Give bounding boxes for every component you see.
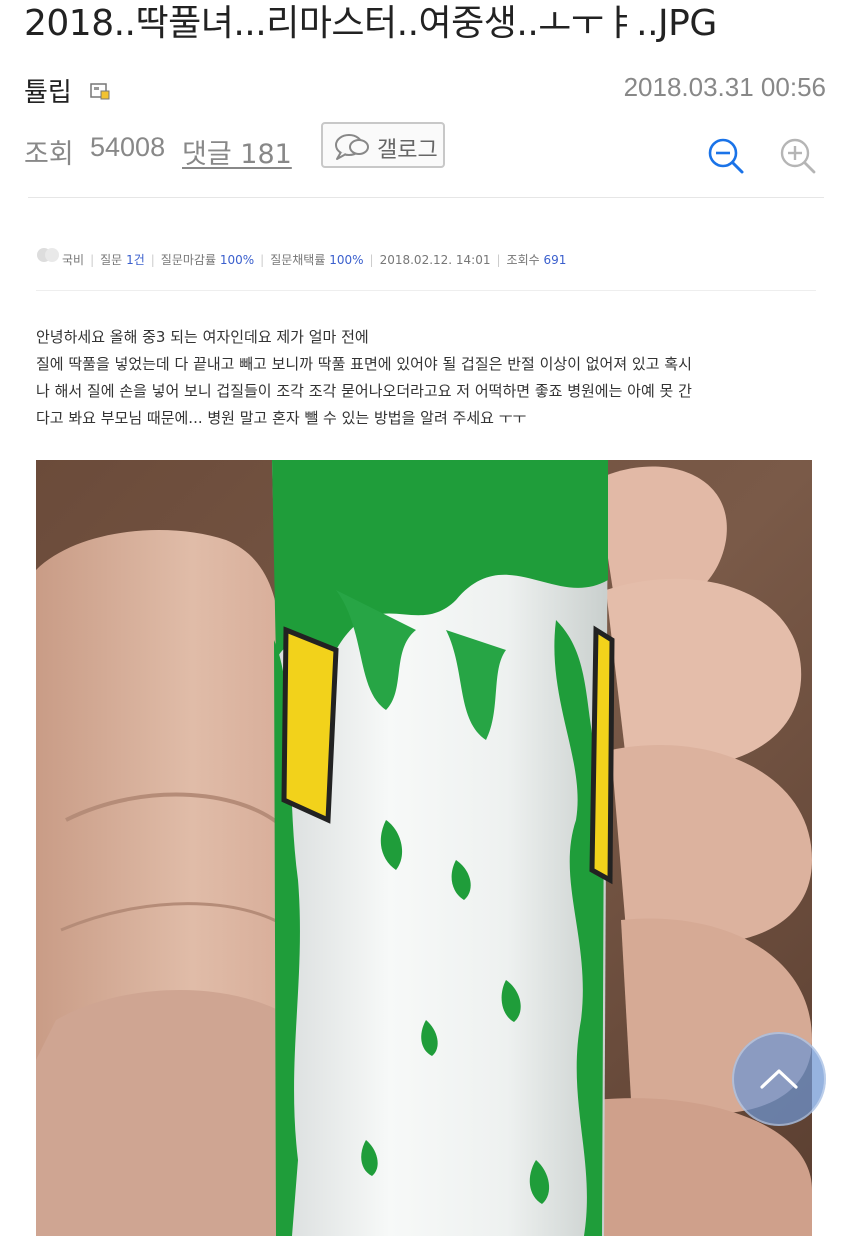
gallery-level-icon	[90, 83, 110, 100]
post-title: 2018..딱풀녀...리마스터..여중생..ㅗㅜㅑ..JPG	[24, 3, 717, 44]
meta-value: 100%	[219, 252, 255, 267]
divider	[28, 197, 824, 198]
body-line: 다고 봐요 부모님 때문에... 병원 말고 혼자 뺄 수 있는 방법을 알려 …	[36, 409, 527, 427]
asker-name: 국비	[62, 253, 85, 267]
speech-bubble-icon	[335, 134, 369, 160]
post-photo	[36, 460, 812, 1236]
meta-value: 100%	[329, 252, 364, 267]
post-date: 2018.03.31 00:56	[623, 72, 826, 102]
gallog-label: 갤로그	[377, 138, 438, 163]
question-body: 안녕하세요 올해 중3 되는 여자인데요 제가 얼마 전에 질에 딱풀을 넣었는…	[36, 324, 826, 432]
avatar-icon	[37, 248, 59, 262]
zoom-in-icon[interactable]	[778, 136, 818, 176]
question-meta: 국비 | 질문 1건 | 질문마감률 100% | 질문채택률 100% | 2018.02.1…	[36, 247, 816, 269]
question-date: 2018.02.12. 14:01	[379, 252, 491, 267]
meta-label: 질문	[100, 253, 123, 267]
views-label: 조회	[24, 139, 74, 170]
chevron-up-icon	[760, 1069, 798, 1089]
meta-label: 질문채택률	[270, 253, 326, 267]
meta-label: 질문마감률	[160, 253, 216, 267]
meta-value: 691	[543, 252, 567, 267]
body-line: 질에 딱풀을 넣었는데 다 끝내고 빼고 보니까 딱풀 표면에 있어야 될 겁질…	[36, 355, 692, 373]
gallog-button[interactable]: 갤로그	[321, 122, 445, 168]
views-count: 54008	[90, 132, 166, 162]
divider	[36, 290, 816, 291]
author-row: 튤립 2018.03.31 00:56	[24, 70, 826, 110]
body-line: 나 해서 질에 손을 넣어 보니 겁질들이 조각 조각 묻어나오더라고요 저 어…	[36, 382, 692, 400]
scroll-top-button[interactable]	[732, 1032, 826, 1126]
meta-value: 1건	[126, 253, 145, 267]
zoom-out-icon[interactable]	[706, 136, 746, 176]
author-name[interactable]: 튤립	[24, 72, 72, 109]
post-meta: 조회 54008 댓글 181 갤로그	[24, 122, 826, 178]
comments-link[interactable]: 댓글 181	[182, 132, 292, 171]
meta-label: 조회수	[506, 253, 540, 267]
body-line: 안녕하세요 올해 중3 되는 여자인데요 제가 얼마 전에	[36, 328, 369, 346]
